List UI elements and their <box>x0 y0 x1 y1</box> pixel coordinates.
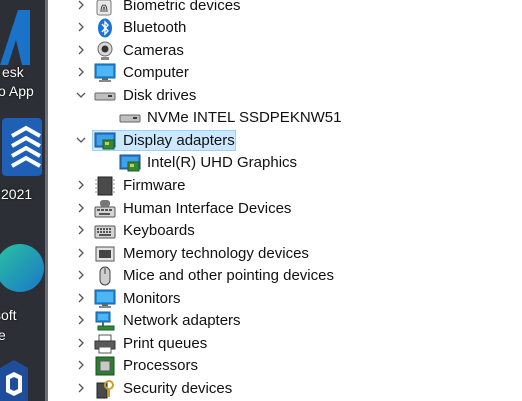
chevron-down-icon[interactable] <box>74 88 88 102</box>
tree-item-firmware[interactable]: Firmware <box>48 175 522 197</box>
chevron-right-icon[interactable] <box>74 0 88 12</box>
tree-item-label: Firmware <box>123 177 186 194</box>
tree-item-intel-uhd-graphics[interactable]: Intel(R) UHD Graphics <box>48 152 522 174</box>
tree-item-label: Processors <box>123 357 199 374</box>
tree-item-label: Human Interface Devices <box>123 200 292 217</box>
tree-item-label: Network adapters <box>123 312 241 329</box>
tree-item-label: Computer <box>123 64 189 81</box>
memory-icon <box>95 246 115 262</box>
processor-icon <box>95 356 115 376</box>
monitor-icon <box>94 289 116 308</box>
tree-item-label: Keyboards <box>123 222 195 239</box>
tree-item-label: Security devices <box>123 380 233 397</box>
network-adapter-icon <box>95 311 115 331</box>
mouse-icon <box>99 266 111 286</box>
bluetooth-icon <box>98 18 112 38</box>
tree-item-label: Intel(R) UHD Graphics <box>147 154 298 171</box>
tree-item-keyboards[interactable]: Keyboards <box>48 220 522 242</box>
chevron-right-icon[interactable] <box>74 336 88 350</box>
tree-item-security-devices[interactable]: Security devices <box>48 378 522 400</box>
tree-item-display-adapters[interactable]: Display adapters <box>48 130 522 152</box>
tree-item-label: Bluetooth <box>123 19 187 36</box>
desktop-strip: esk o App 2021 soft e <box>0 0 45 401</box>
tree-item-nvme-drive[interactable]: NVMe INTEL SSDPEKNW51 <box>48 107 522 129</box>
tree-item-print-queues[interactable]: Print queues <box>48 333 522 355</box>
tree-item-cameras[interactable]: Cameras <box>48 40 522 62</box>
tree-item-label: Disk drives <box>123 87 197 104</box>
teal-app-icon[interactable] <box>0 240 45 300</box>
computer-icon <box>94 63 116 82</box>
tree-item-biometric-devices[interactable]: Biometric devices <box>48 0 522 17</box>
device-tree: Biometric devices Bluetooth Cameras Comp… <box>48 0 522 401</box>
tree-item-processors[interactable]: Processors <box>48 355 522 377</box>
chevron-right-icon[interactable] <box>74 291 88 305</box>
hid-icon <box>94 200 116 218</box>
tree-item-network-adapters[interactable]: Network adapters <box>48 310 522 332</box>
tree-item-label: Biometric devices <box>123 0 241 14</box>
tree-item-label: Display adapters <box>123 132 235 149</box>
tree-item-label: NVMe INTEL SSDPEKNW51 <box>147 109 342 126</box>
app-logo-icon[interactable] <box>0 10 30 65</box>
chevron-right-icon[interactable] <box>74 268 88 282</box>
desktop-icon-label-3b[interactable]: e <box>0 327 6 343</box>
tree-item-mice-and-pointing-devices[interactable]: Mice and other pointing devices <box>48 265 522 287</box>
firmware-icon <box>95 176 115 196</box>
chevron-right-icon[interactable] <box>74 223 88 237</box>
chevron-right-icon[interactable] <box>74 201 88 215</box>
desktop-icon-label-1b[interactable]: o App <box>0 83 34 99</box>
disk-drive-icon <box>119 114 141 123</box>
tree-item-monitors[interactable]: Monitors <box>48 288 522 310</box>
chevron-right-icon[interactable] <box>74 20 88 34</box>
fingerprint-icon <box>96 0 112 16</box>
chevron-down-icon[interactable] <box>74 133 88 147</box>
chevron-right-icon[interactable] <box>74 178 88 192</box>
printer-icon <box>94 334 116 354</box>
chevron-right-icon[interactable] <box>74 43 88 57</box>
tree-item-bluetooth[interactable]: Bluetooth <box>48 17 522 39</box>
desktop-icon-label-3a[interactable]: soft <box>0 307 17 323</box>
display-adapter-icon <box>94 132 116 150</box>
tree-item-label: Monitors <box>123 290 181 307</box>
display-adapter-icon <box>119 154 141 172</box>
tree-item-computer[interactable]: Computer <box>48 62 522 84</box>
camera-icon <box>97 41 113 60</box>
chevron-right-icon[interactable] <box>74 313 88 327</box>
desktop-icon-label-2[interactable]: 2021 <box>1 186 32 202</box>
chevron-right-icon[interactable] <box>74 65 88 79</box>
tree-item-disk-drives[interactable]: Disk drives <box>48 85 522 107</box>
security-device-icon <box>96 380 114 399</box>
tree-item-label: Memory technology devices <box>123 245 309 262</box>
desktop-icon-label-1a[interactable]: esk <box>2 64 24 80</box>
chevron-right-icon[interactable] <box>74 358 88 372</box>
cube-app-icon[interactable] <box>0 360 30 401</box>
disk-drive-icon <box>94 92 116 101</box>
tree-item-memory-technology-devices[interactable]: Memory technology devices <box>48 243 522 265</box>
keyboard-icon <box>94 225 116 239</box>
tree-item-label: Cameras <box>123 42 184 59</box>
chevron-right-icon[interactable] <box>74 246 88 260</box>
tree-item-label: Print queues <box>123 335 208 352</box>
tree-item-label: Mice and other pointing devices <box>123 267 334 284</box>
tree-item-human-interface-devices[interactable]: Human Interface Devices <box>48 198 522 220</box>
chevron-right-icon[interactable] <box>74 381 88 395</box>
layers-app-icon[interactable] <box>2 118 42 176</box>
